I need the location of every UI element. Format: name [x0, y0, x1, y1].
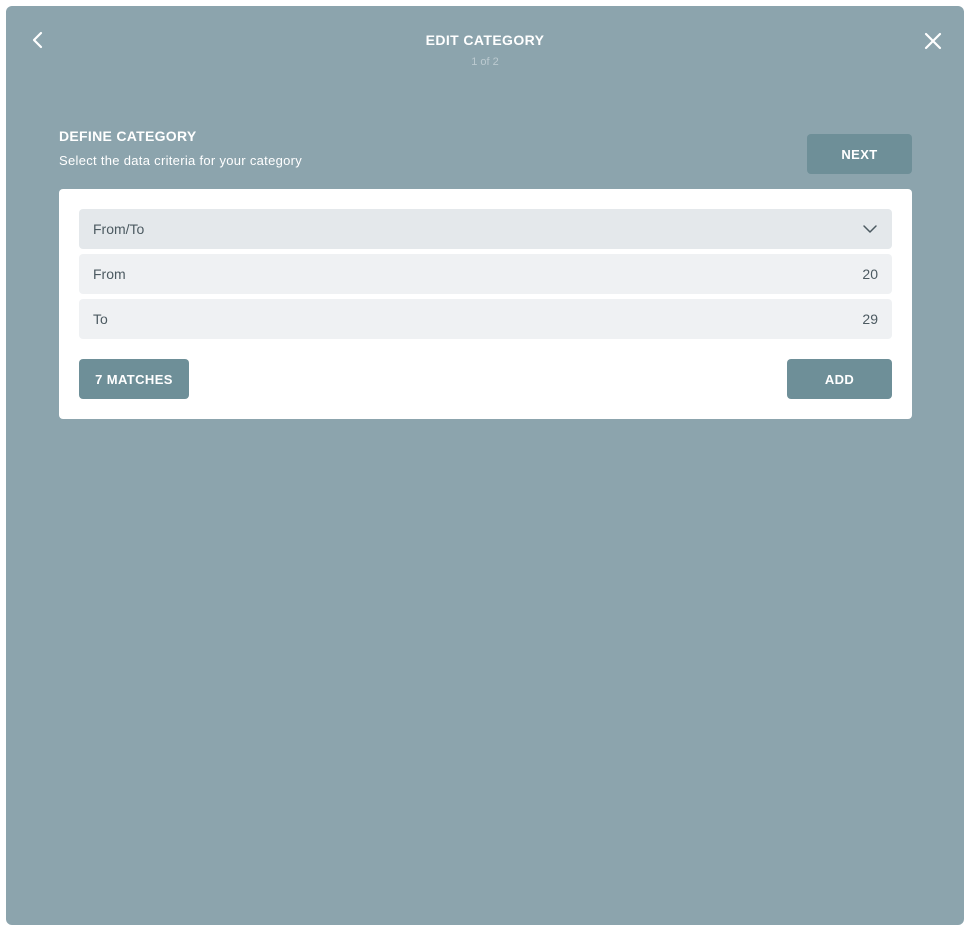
- close-button[interactable]: [922, 30, 944, 52]
- next-button[interactable]: NEXT: [807, 134, 912, 174]
- criteria-type-value: From/To: [93, 221, 145, 237]
- edit-category-modal: EDIT CATEGORY 1 of 2 DEFINE CATEGORY Sel…: [6, 6, 964, 925]
- page-title: EDIT CATEGORY: [425, 32, 545, 48]
- from-field[interactable]: From 20: [79, 254, 892, 294]
- chevron-down-icon: [863, 225, 877, 233]
- criteria-type-select[interactable]: From/To: [79, 209, 892, 249]
- to-label: To: [93, 311, 108, 327]
- section-title: DEFINE CATEGORY: [59, 128, 197, 144]
- to-field[interactable]: To 29: [79, 299, 892, 339]
- to-value[interactable]: 29: [862, 311, 878, 327]
- add-button[interactable]: ADD: [787, 359, 892, 399]
- from-value[interactable]: 20: [862, 266, 878, 282]
- step-indicator: 1 of 2: [471, 56, 499, 68]
- criteria-card: From/To From 20 To 29 7 MATCHES ADD: [59, 189, 912, 419]
- from-label: From: [93, 266, 126, 282]
- close-icon: [924, 32, 942, 50]
- section-subtitle: Select the data criteria for your catego…: [59, 153, 303, 168]
- matches-button[interactable]: 7 MATCHES: [79, 359, 189, 399]
